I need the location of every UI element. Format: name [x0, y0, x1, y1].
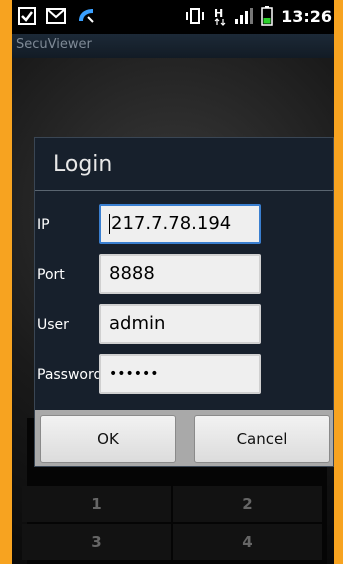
ok-button[interactable]: OK [40, 415, 176, 463]
missed-call-icon [76, 7, 96, 25]
cancel-button[interactable]: Cancel [194, 415, 330, 463]
text-cursor [109, 214, 110, 234]
login-dialog: Login IP 217.7.78.194 Port 8888 User adm… [34, 137, 334, 467]
clock: 13:26 [281, 6, 332, 26]
keypad-row: 3 4 [22, 524, 322, 560]
ip-label: IP [37, 217, 50, 233]
password-row: Password •••••• [35, 354, 333, 398]
port-label: Port [37, 267, 65, 283]
checkbox-icon [18, 7, 36, 25]
system-icons: H 13:26 [185, 6, 332, 26]
dialog-title: Login [53, 152, 113, 177]
ip-field[interactable]: 217.7.78.194 [99, 204, 261, 244]
button-bar: OK Cancel [35, 410, 333, 466]
vibrate-icon [185, 7, 205, 25]
key-1[interactable]: 1 [22, 486, 171, 522]
svg-text:H: H [214, 7, 223, 20]
user-label: User [37, 317, 69, 333]
key-2[interactable]: 2 [173, 486, 322, 522]
port-row: Port 8888 [35, 254, 333, 298]
key-3[interactable]: 3 [22, 524, 171, 560]
user-row: User admin [35, 304, 333, 348]
keypad-row: 1 2 [22, 486, 322, 522]
app-title-bar: SecuViewer [12, 34, 334, 58]
user-field[interactable]: admin [99, 304, 261, 344]
port-field[interactable]: 8888 [99, 254, 261, 294]
key-4[interactable]: 4 [173, 524, 322, 560]
ip-row: IP 217.7.78.194 [35, 204, 333, 248]
phone-screen: H 13:26 SecuViewer 1 2 3 4 Login IP 217.… [12, 0, 334, 564]
notification-icons [18, 7, 96, 25]
mail-icon [46, 7, 66, 25]
app-title: SecuViewer [16, 37, 92, 52]
battery-icon [261, 6, 273, 26]
divider [35, 190, 333, 191]
ip-value: 217.7.78.194 [111, 213, 232, 234]
password-field[interactable]: •••••• [99, 354, 261, 394]
network-type-icon: H [213, 6, 227, 26]
status-bar: H 13:26 [12, 0, 334, 34]
password-label: Password [37, 367, 103, 383]
signal-icon [235, 8, 254, 24]
